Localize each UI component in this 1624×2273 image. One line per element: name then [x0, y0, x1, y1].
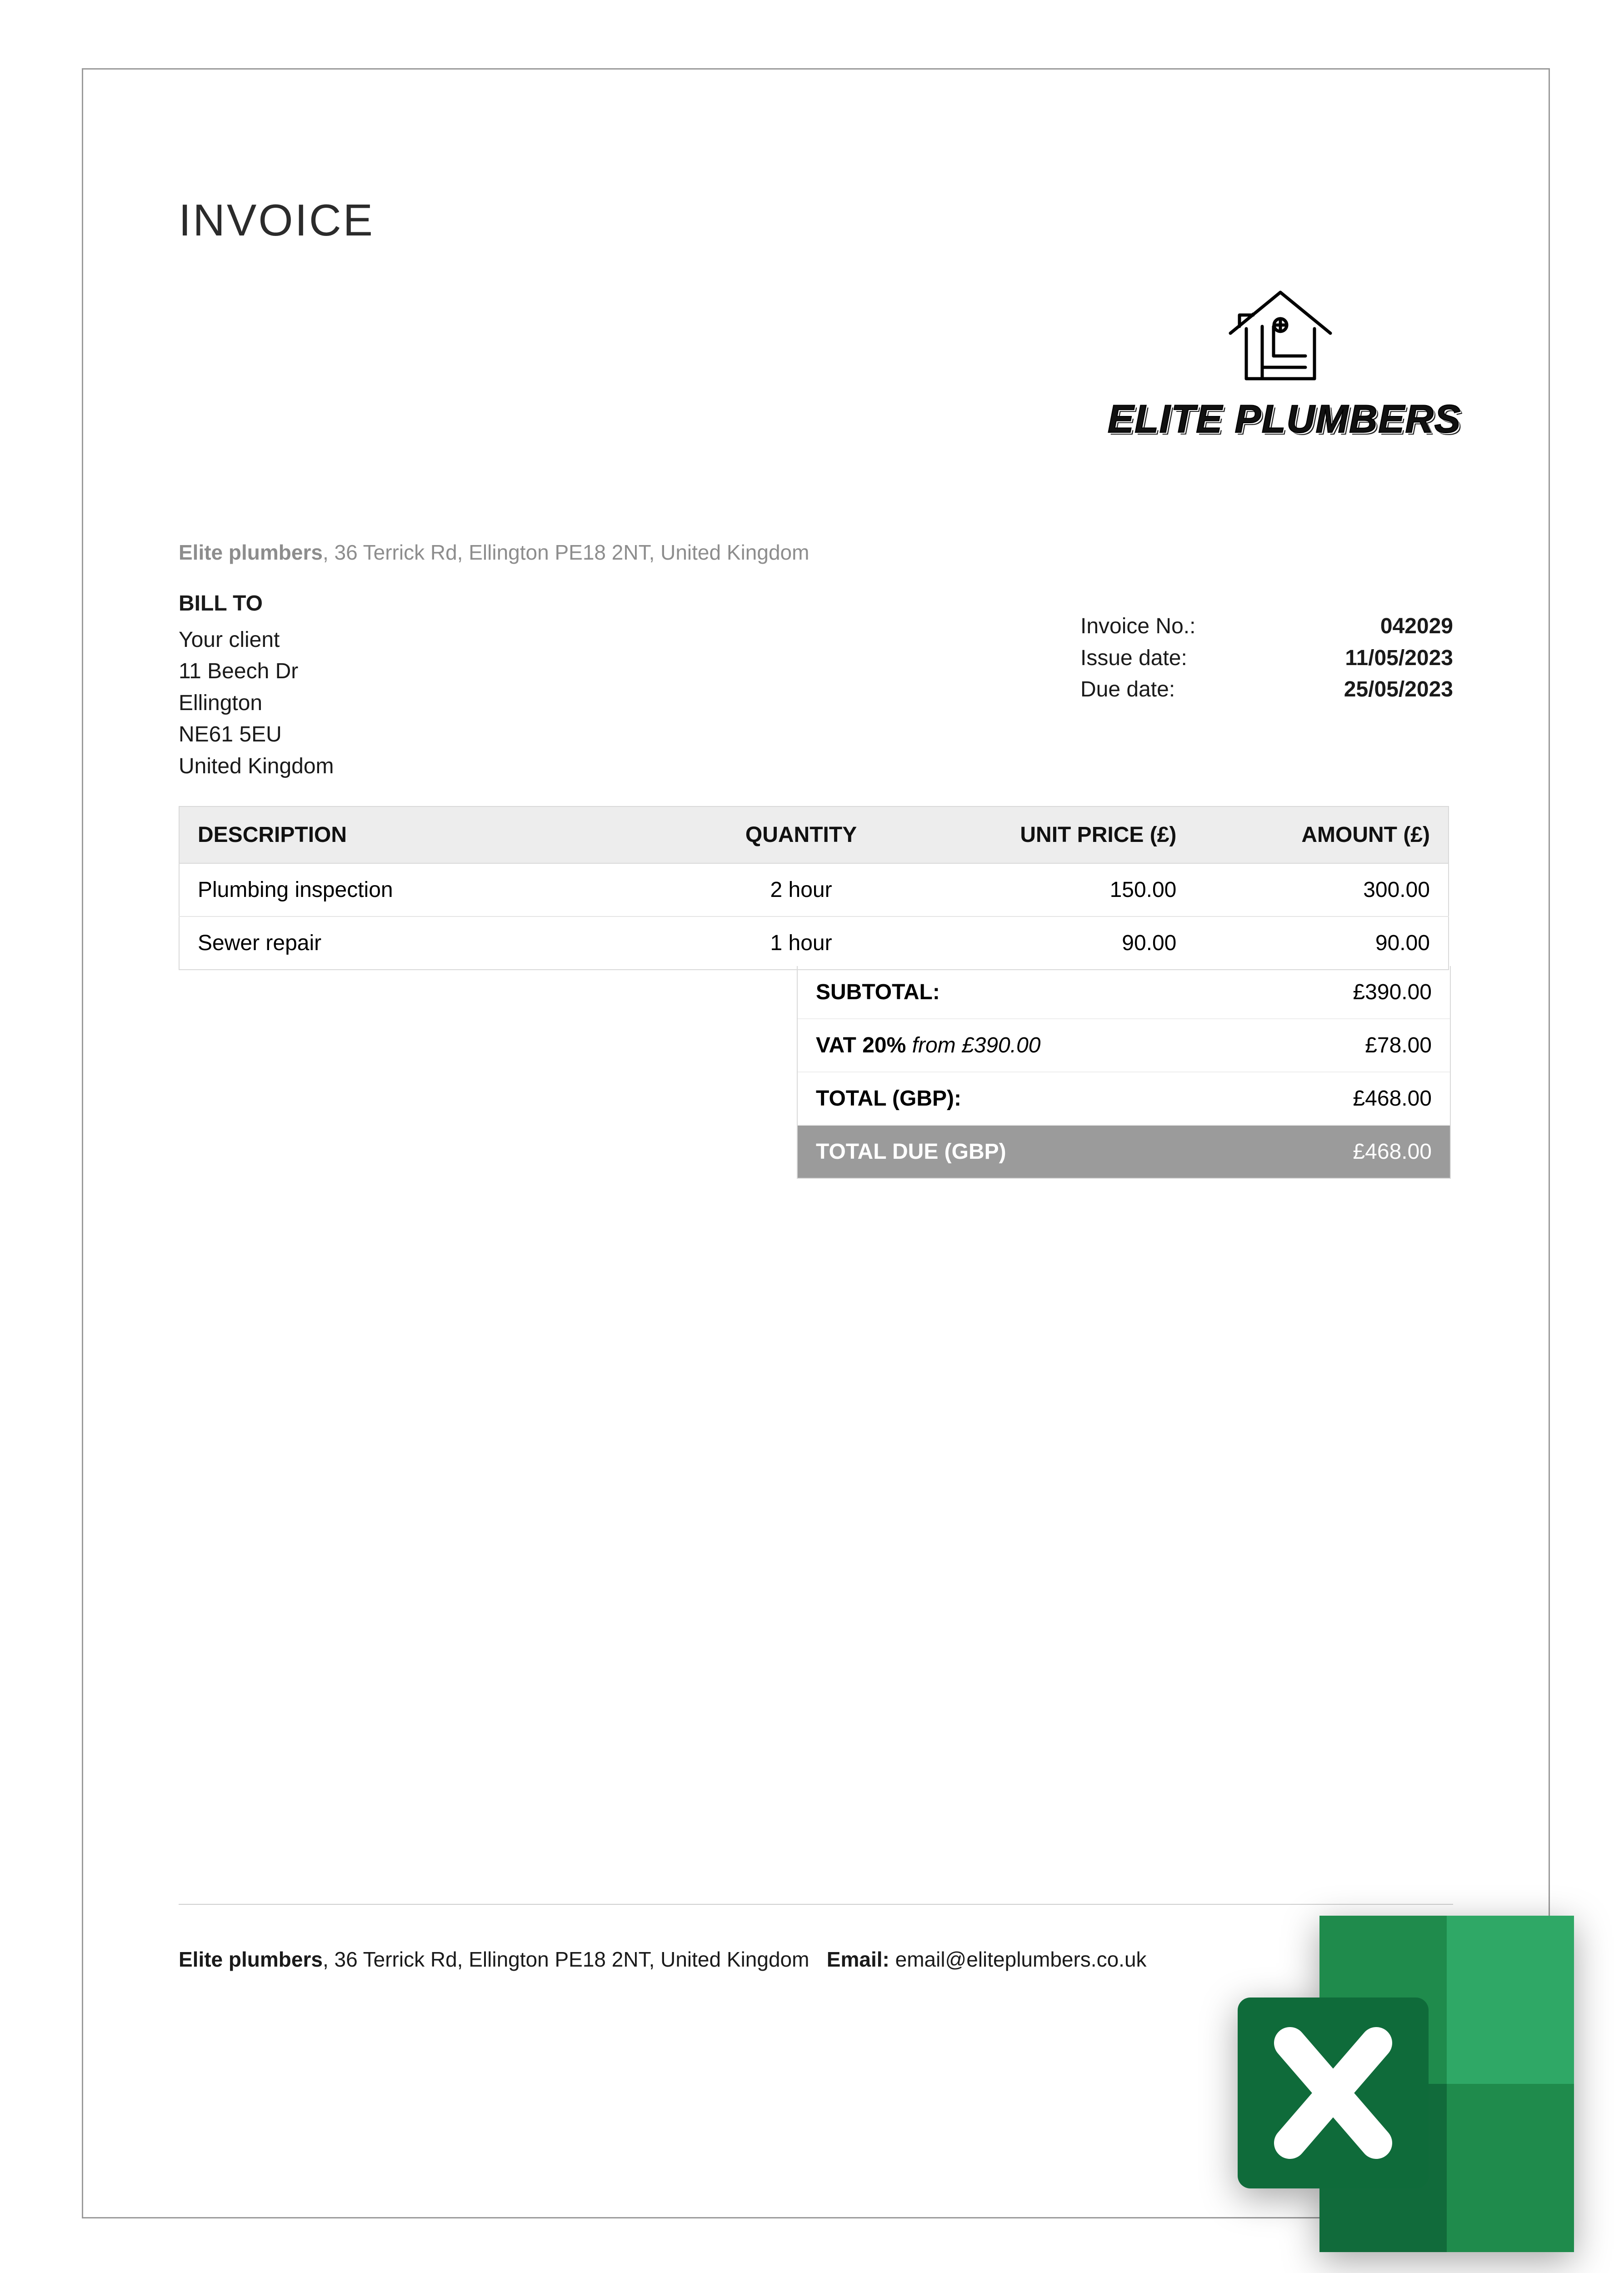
- cell-amount: 90.00: [1194, 916, 1449, 970]
- page-container: INVOICE: [0, 0, 1624, 2273]
- cell-description: Sewer repair: [179, 916, 687, 970]
- excel-icon: [1174, 1898, 1592, 2270]
- vat-label-bold: VAT 20%: [816, 1033, 912, 1057]
- bill-to-heading: BILL TO: [179, 588, 334, 620]
- bill-to-block: BILL TO Your client 11 Beech Dr Ellingto…: [179, 588, 334, 782]
- meta-row-due-date: Due date: 25/05/2023: [1080, 674, 1453, 706]
- issue-date-label: Issue date:: [1080, 642, 1187, 674]
- total-label: TOTAL (GBP):: [816, 1086, 961, 1111]
- issue-date-value: 11/05/2023: [1345, 642, 1453, 674]
- total-due-row: TOTAL DUE (GBP) £468.00: [798, 1125, 1450, 1178]
- bill-to-line2: Ellington: [179, 687, 334, 719]
- total-value: £468.00: [1353, 1086, 1432, 1111]
- total-due-value: £468.00: [1353, 1139, 1432, 1164]
- sender-name: Elite plumbers: [179, 541, 323, 564]
- company-logo: ELITE PLUMBERS: [1108, 283, 1453, 442]
- col-quantity: QUANTITY: [687, 806, 915, 863]
- cell-description: Plumbing inspection: [179, 863, 687, 916]
- subtotal-value: £390.00: [1353, 980, 1432, 1005]
- meta-row-invoice-no: Invoice No.: 042029: [1080, 611, 1453, 642]
- cell-unit-price: 150.00: [915, 863, 1194, 916]
- sender-address: , 36 Terrick Rd, Ellington PE18 2NT, Uni…: [323, 541, 809, 564]
- footer-email: email@eliteplumbers.co.uk: [895, 1948, 1147, 1971]
- col-amount: AMOUNT (£): [1194, 806, 1449, 863]
- bill-to-name: Your client: [179, 624, 334, 656]
- bill-to-country: United Kingdom: [179, 751, 334, 782]
- meta-row-issue-date: Issue date: 11/05/2023: [1080, 642, 1453, 674]
- vat-label-italic: from £390.00: [912, 1033, 1041, 1057]
- subtotal-row: SUBTOTAL: £390.00: [798, 966, 1450, 1018]
- sender-address-line: Elite plumbers, 36 Terrick Rd, Ellington…: [179, 540, 809, 565]
- invoice-no-value: 042029: [1380, 611, 1453, 642]
- due-date-label: Due date:: [1080, 674, 1175, 706]
- table-row: Sewer repair 1 hour 90.00 90.00: [179, 916, 1449, 970]
- cell-amount: 300.00: [1194, 863, 1449, 916]
- vat-value: £78.00: [1365, 1033, 1432, 1058]
- invoice-page: INVOICE: [82, 68, 1550, 2218]
- due-date-value: 25/05/2023: [1344, 674, 1453, 706]
- subtotal-label: SUBTOTAL:: [816, 980, 940, 1005]
- footer-address: , 36 Terrick Rd, Ellington PE18 2NT, Uni…: [323, 1948, 809, 1971]
- company-logo-text: ELITE PLUMBERS: [1108, 397, 1453, 442]
- vat-row: VAT 20% from £390.00 £78.00: [798, 1018, 1450, 1071]
- total-due-label: TOTAL DUE (GBP): [816, 1139, 1006, 1164]
- invoice-meta: Invoice No.: 042029 Issue date: 11/05/20…: [1080, 611, 1453, 706]
- col-unit-price: UNIT PRICE (£): [915, 806, 1194, 863]
- footer-line: Elite plumbers, 36 Terrick Rd, Ellington…: [179, 1947, 1147, 1972]
- table-row: Plumbing inspection 2 hour 150.00 300.00: [179, 863, 1449, 916]
- cell-quantity: 1 hour: [687, 916, 915, 970]
- footer-email-label: Email:: [827, 1948, 889, 1971]
- vat-label: VAT 20% from £390.00: [816, 1033, 1040, 1058]
- bill-to-postcode: NE61 5EU: [179, 719, 334, 751]
- total-row: TOTAL (GBP): £468.00: [798, 1071, 1450, 1125]
- house-pipes-icon: [1221, 283, 1339, 383]
- col-description: DESCRIPTION: [179, 806, 687, 863]
- invoice-title: INVOICE: [179, 195, 375, 246]
- table-header-row: DESCRIPTION QUANTITY UNIT PRICE (£) AMOU…: [179, 806, 1449, 863]
- line-items-table: DESCRIPTION QUANTITY UNIT PRICE (£) AMOU…: [179, 806, 1449, 970]
- invoice-no-label: Invoice No.:: [1080, 611, 1195, 642]
- totals-block: SUBTOTAL: £390.00 VAT 20% from £390.00 £…: [797, 966, 1451, 1179]
- bill-to-line1: 11 Beech Dr: [179, 656, 334, 687]
- cell-unit-price: 90.00: [915, 916, 1194, 970]
- cell-quantity: 2 hour: [687, 863, 915, 916]
- footer-company-name: Elite plumbers: [179, 1948, 323, 1971]
